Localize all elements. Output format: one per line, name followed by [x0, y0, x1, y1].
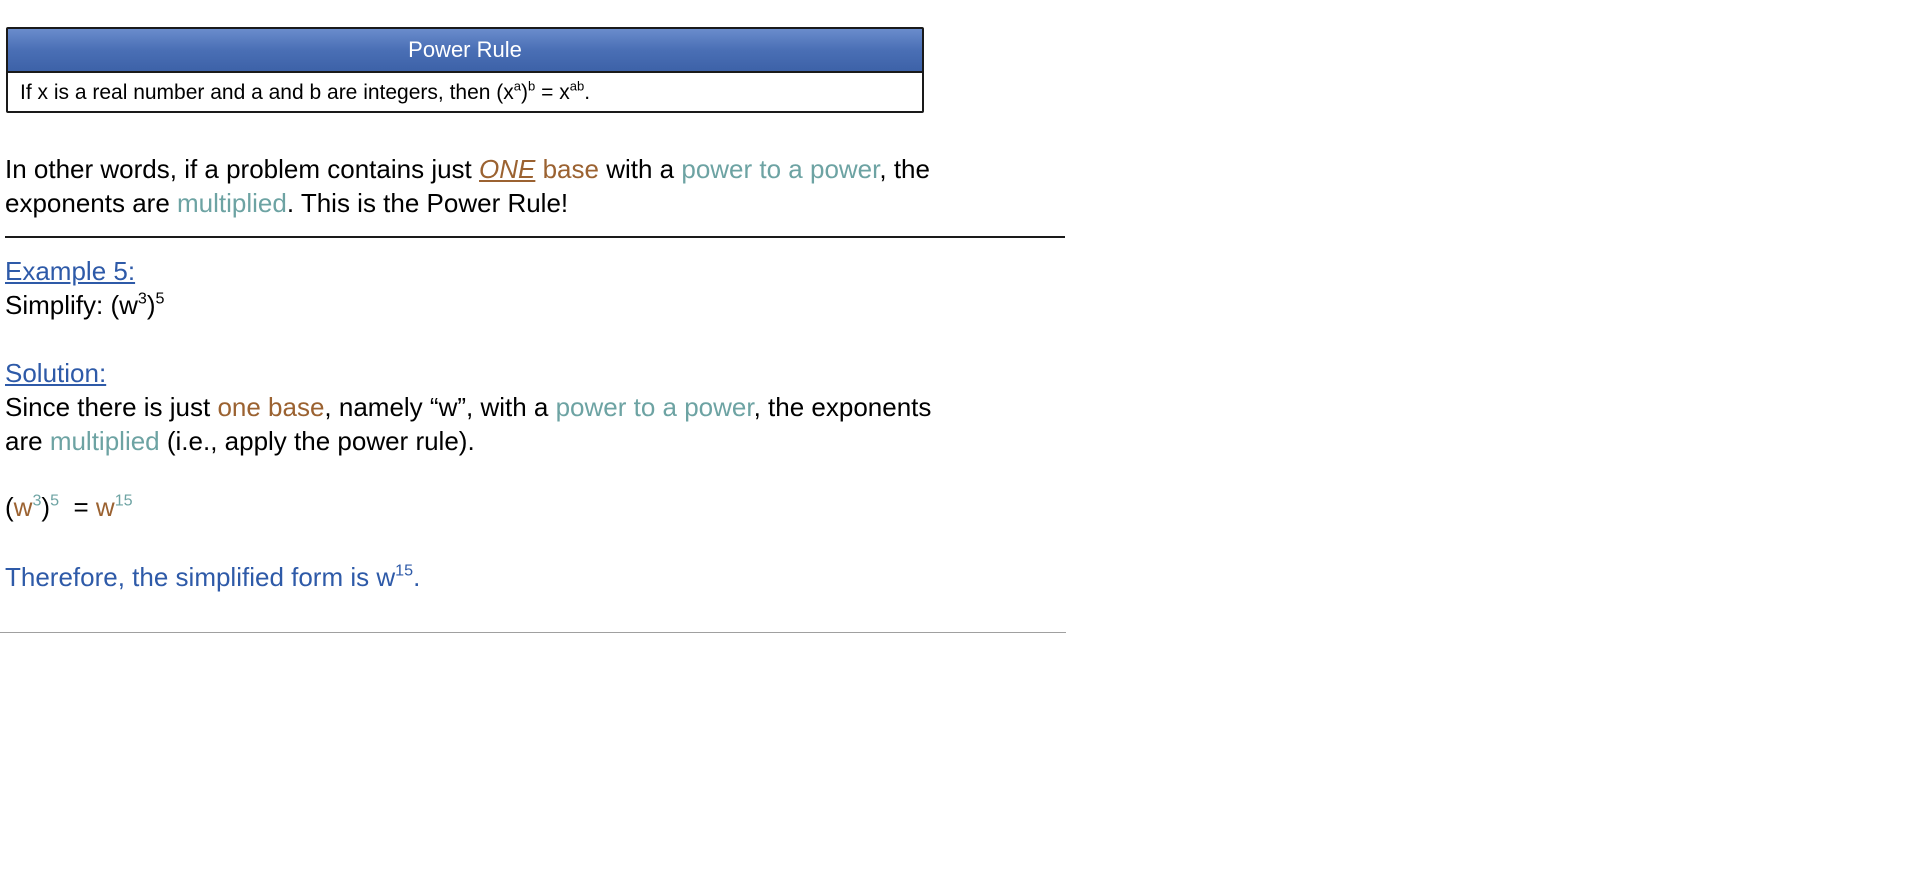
- solution-one-base: one base: [217, 392, 325, 422]
- exponent-15: 15: [395, 561, 414, 580]
- exponent-3: 3: [137, 289, 147, 308]
- solution-heading: Solution:: [5, 358, 107, 388]
- bottom-divider: [0, 632, 1066, 633]
- power-rule-box: Power Rule If x is a real number and a a…: [6, 27, 924, 113]
- statement-prefix: If x is a real number and a and b are in…: [20, 81, 514, 104]
- solution-text: are: [5, 426, 50, 456]
- example-heading: Example 5:: [5, 256, 136, 286]
- close-paren: ): [146, 290, 156, 320]
- exponent-ab: ab: [569, 78, 585, 94]
- intro-text: , the: [879, 154, 930, 184]
- equals-sign: =: [59, 492, 96, 522]
- intro-multiplied: multiplied: [177, 188, 287, 218]
- exponent-5: 5: [50, 491, 60, 510]
- power-rule-title: Power Rule: [8, 29, 922, 73]
- intro-text: In other words, if a problem contains ju…: [5, 154, 480, 184]
- solution-text: , namely “w”, with a: [324, 392, 556, 422]
- solution-multiplied: multiplied: [49, 426, 160, 456]
- document: Power Rule If x is a real number and a a…: [0, 0, 1070, 872]
- power-rule-statement: If x is a real number and a and b are in…: [8, 73, 922, 111]
- simplify-text: Simplify: (w: [5, 290, 138, 320]
- solution-text: , the exponents: [753, 392, 932, 422]
- close-paren: ): [41, 492, 51, 522]
- exponent-a: a: [513, 78, 522, 94]
- solution-block: Solution: Since there is just one base, n…: [5, 356, 1065, 458]
- close-paren: ): [521, 81, 529, 104]
- intro-one-emphasis: ONE: [479, 154, 536, 184]
- conclusion: Therefore, the simplified form is w15.: [5, 560, 1065, 594]
- intro-text: . This is the Power Rule!: [286, 188, 569, 218]
- intro-paragraph: In other words, if a problem contains ju…: [5, 152, 1065, 220]
- solution-text: Since there is just: [5, 392, 218, 422]
- base-w: w: [13, 492, 33, 522]
- statement-period: .: [584, 81, 591, 104]
- intro-text: exponents are: [5, 188, 178, 218]
- solution-power-to-power: power to a power: [555, 392, 754, 422]
- equals-x: = x: [535, 81, 570, 104]
- result-base-w: w: [95, 492, 115, 522]
- intro-text: with a: [598, 154, 682, 184]
- solution-text: (i.e., apply the power rule).: [159, 426, 475, 456]
- open-paren: (: [5, 492, 14, 522]
- exponent-5: 5: [155, 289, 165, 308]
- exponent-15: 15: [114, 491, 133, 510]
- conclusion-text: Therefore, the simplified form is w: [5, 562, 396, 592]
- section-divider: [5, 236, 1065, 238]
- intro-space: [535, 154, 542, 184]
- intro-power-to-power: power to a power: [681, 154, 880, 184]
- intro-base: base: [542, 154, 599, 184]
- example-block: Example 5: Simplify: (w3)5: [5, 254, 1065, 322]
- equation-line: (w3)5 = w15: [5, 490, 1065, 524]
- conclusion-period: .: [413, 562, 421, 592]
